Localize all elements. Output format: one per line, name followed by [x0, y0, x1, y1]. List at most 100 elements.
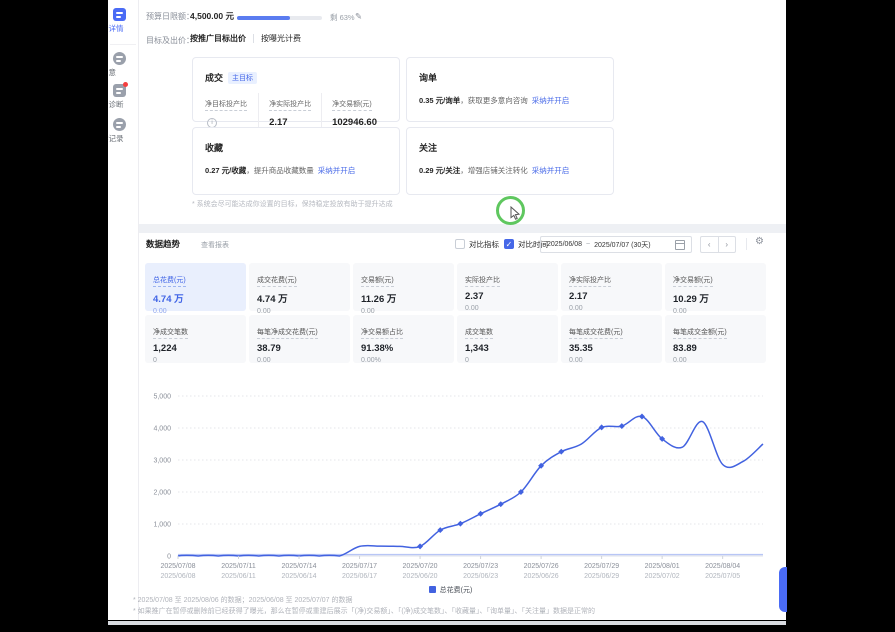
chart-legend: 总花费(元)	[138, 585, 763, 595]
metric-card-6[interactable]: 净成交笔数1,2240	[145, 315, 246, 363]
metric-card-3[interactable]: 实际投产比2.370.00	[457, 263, 558, 311]
sidebar-item-label: 创意	[108, 67, 116, 78]
svg-text:5,000: 5,000	[153, 394, 171, 401]
svg-text:2,000: 2,000	[153, 490, 171, 497]
goal-metric-label: 净实际投产比	[269, 99, 311, 111]
bid-tab-0[interactable]: 按推广目标出价	[190, 33, 246, 44]
svg-text:4,000: 4,000	[153, 426, 171, 433]
compare-metric-checkbox[interactable]	[455, 239, 465, 249]
metric-compare-value: 0.00	[569, 305, 654, 312]
sidebar-item-label: 广详情	[108, 23, 124, 34]
adopt-enable-link[interactable]: 采纳并开启	[532, 166, 570, 175]
svg-text:3,000: 3,000	[153, 458, 171, 465]
metric-card-4[interactable]: 净实际投产比2.170.00	[561, 263, 662, 311]
svg-text:2025/07/02: 2025/07/02	[645, 573, 680, 580]
metric-card-5[interactable]: 净交易额(元)10.29 万0.00	[665, 263, 766, 311]
goal-card-0: 成交主目标净目标投产比i2.45 ✎净实际投产比2.17净交易额(元)10294…	[192, 57, 400, 122]
metric-compare-value: 0.00	[465, 305, 550, 312]
date-range-picker[interactable]: 2025/06/08 ~ 2025/07/07 (30天)	[540, 236, 692, 253]
date-range-separator: ~	[586, 241, 590, 248]
metric-value: 91.38%	[361, 343, 446, 354]
budget-value: 4,500.00 元	[190, 10, 234, 22]
record-icon	[113, 118, 126, 131]
goal-suggestion: 0.27 元/收藏，提升商品收藏数量采纳并开启	[205, 165, 387, 176]
trend-chart-svg: 01,0002,0003,0004,0005,0002025/07/082025…	[138, 376, 778, 581]
controls-divider	[746, 238, 747, 250]
gear-icon[interactable]: ⚙	[755, 236, 764, 247]
metric-card-10[interactable]: 每笔成交花费(元)35.350.00	[561, 315, 662, 363]
goal-suggestion: 0.35 元/询单，获取更多意向咨询采纳并开启	[419, 95, 601, 106]
sidebar-item-label: 作记录	[108, 133, 124, 144]
metric-card-7[interactable]: 每笔净成交花费(元)38.790.00	[249, 315, 350, 363]
metric-label: 交易额(元)	[361, 275, 394, 287]
suggestion-price: 0.27 元/收藏	[205, 166, 246, 175]
svg-text:0: 0	[167, 554, 171, 561]
suggestion-price: 0.35 元/询单	[419, 96, 460, 105]
metric-label: 净交易额(元)	[673, 275, 713, 287]
goal-card-2: 收藏 0.27 元/收藏，提升商品收藏数量采纳并开启	[192, 127, 400, 195]
chart-range-footnote: * 2025/07/08 至 2025/08/06 的数据；2025/06/08…	[133, 595, 352, 605]
date-next-button[interactable]: ›	[718, 237, 736, 252]
screen: 广详情创意广诊断作记录 预算日限额： 4,500.00 元 剩 63% ✎ 目标…	[0, 0, 895, 632]
budget-slider[interactable]	[237, 16, 322, 20]
sidebar-divider	[110, 44, 136, 45]
metric-label: 每笔净成交花费(元)	[257, 327, 318, 339]
compare-metric-label: 对比指标	[469, 239, 499, 250]
metric-compare-value: 0.00	[153, 308, 238, 315]
metric-card-9[interactable]: 成交笔数1,3430	[457, 315, 558, 363]
date-range-start: 2025/06/08	[547, 241, 582, 248]
svg-text:2025/07/29: 2025/07/29	[584, 563, 619, 570]
svg-text:2025/06/17: 2025/06/17	[342, 573, 377, 580]
goal-card-title: 收藏	[205, 141, 223, 154]
svg-text:2025/08/04: 2025/08/04	[705, 563, 740, 570]
floating-panel-handle[interactable]	[779, 567, 787, 612]
metric-value: 4.74 万	[257, 291, 342, 305]
metric-compare-value: 0.00	[361, 308, 446, 315]
suggestion-desc: ，增强店铺关注转化	[460, 166, 528, 175]
svg-text:2025/07/23: 2025/07/23	[463, 563, 498, 570]
metric-compare-value: 0.00%	[361, 357, 446, 364]
diagnosis-icon	[113, 84, 126, 97]
metric-card-8[interactable]: 净交易额占比91.38%0.00%	[353, 315, 454, 363]
budget-remaining: 剩 63%	[330, 12, 355, 23]
goal-footnote: * 系统会尽可能达成你设置的目标，保持稳定投放有助于提升达成	[192, 199, 393, 209]
date-range-end: 2025/07/07 (30天)	[594, 240, 650, 250]
alert-dot	[123, 82, 128, 87]
compare-time-checkbox[interactable]: ✓	[504, 239, 514, 249]
sidebar-item-label: 广诊断	[108, 99, 124, 110]
view-report-link[interactable]: 查看报表	[201, 240, 229, 250]
svg-text:2025/07/08: 2025/07/08	[160, 563, 195, 570]
svg-text:2025/07/14: 2025/07/14	[282, 563, 317, 570]
metric-compare-value: 0	[153, 357, 238, 364]
svg-text:2025/06/14: 2025/06/14	[282, 573, 317, 580]
suggestion-desc: ，获取更多意向咨询	[460, 96, 528, 105]
budget-edit-icon[interactable]: ✎	[355, 11, 362, 22]
svg-text:2025/07/20: 2025/07/20	[403, 563, 438, 570]
date-prev-button[interactable]: ‹	[701, 237, 718, 252]
metric-card-grid: 总花费(元)4.74 万0.00成交花费(元)4.74 万0.00交易额(元)1…	[145, 263, 766, 363]
svg-text:2025/06/20: 2025/06/20	[403, 573, 438, 580]
trends-title: 数据趋势	[146, 238, 180, 250]
metric-card-11[interactable]: 每笔成交金额(元)83.890.00	[665, 315, 766, 363]
svg-text:2025/07/17: 2025/07/17	[342, 563, 377, 570]
goal-card-grid: 成交主目标净目标投产比i2.45 ✎净实际投产比2.17净交易额(元)10294…	[192, 57, 614, 195]
mouse-cursor-icon	[509, 206, 521, 220]
bid-tab-1[interactable]: 按曝光计费	[261, 33, 301, 44]
adopt-enable-link[interactable]: 采纳并开启	[318, 166, 356, 175]
metric-card-2[interactable]: 交易额(元)11.26 万0.00	[353, 263, 454, 311]
metric-card-1[interactable]: 成交花费(元)4.74 万0.00	[249, 263, 350, 311]
metric-card-0[interactable]: 总花费(元)4.74 万0.00	[145, 263, 246, 311]
goal-card-title: 询单	[419, 71, 437, 84]
svg-text:2025/07/26: 2025/07/26	[524, 563, 559, 570]
metric-value: 4.74 万	[153, 291, 238, 305]
legend-swatch	[429, 586, 436, 593]
creative-icon	[113, 52, 126, 65]
section-separator	[139, 224, 786, 233]
goal-card-1: 询单 0.35 元/询单，获取更多意向咨询采纳并开启	[406, 57, 614, 122]
svg-text:2025/07/05: 2025/07/05	[705, 573, 740, 580]
svg-text:2025/07/11: 2025/07/11	[221, 563, 256, 570]
metric-compare-value: 0.00	[673, 308, 758, 315]
svg-text:2025/06/11: 2025/06/11	[221, 573, 256, 580]
adopt-enable-link[interactable]: 采纳并开启	[532, 96, 570, 105]
svg-text:2025/08/01: 2025/08/01	[645, 563, 680, 570]
